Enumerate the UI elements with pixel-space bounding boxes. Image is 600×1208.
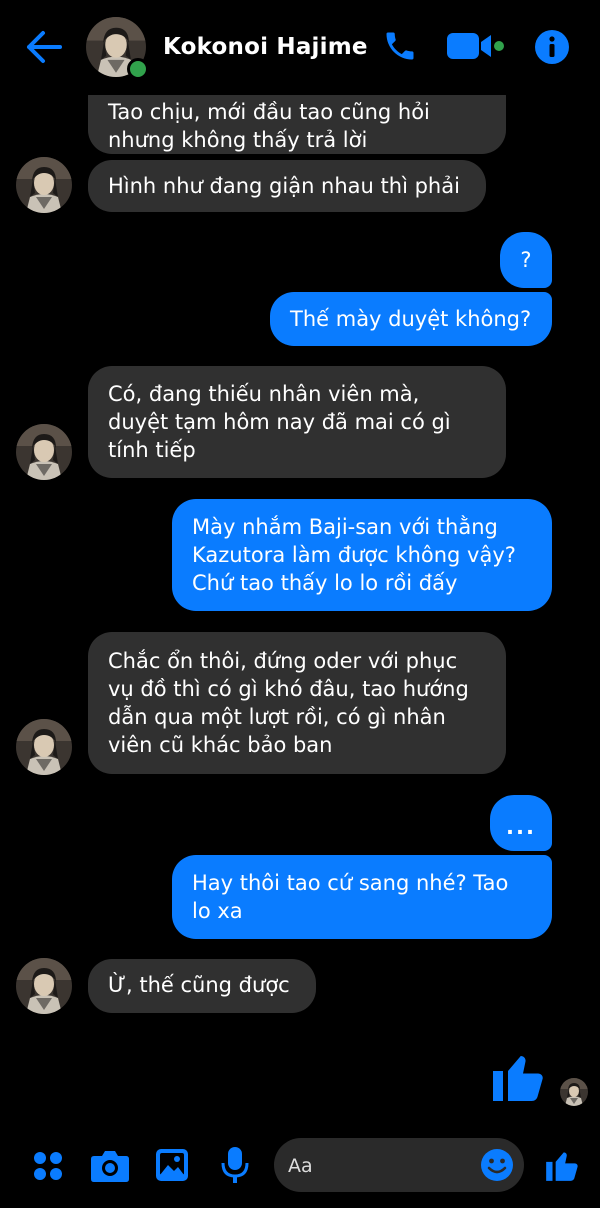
camera-icon[interactable] [90, 1148, 130, 1188]
message-bubble-incoming[interactable]: Có, đang thiếu nhân viên mà, duyệt tạm h… [88, 366, 506, 478]
message-bubble-outgoing[interactable]: Hay thôi tao cứ sang nhé? Tao lo xa [172, 855, 552, 939]
seen-avatar [560, 1078, 588, 1106]
online-status-dot [127, 58, 149, 80]
conversation[interactable]: Tao chịu, mới đầu tao cũng hỏi nhưng khô… [0, 0, 600, 1140]
contact-avatar[interactable] [16, 719, 72, 775]
contact-avatar[interactable] [16, 157, 72, 213]
phone-icon[interactable] [382, 28, 418, 68]
info-icon[interactable] [534, 29, 570, 69]
back-arrow-icon[interactable] [26, 30, 62, 64]
message-text: ? [520, 248, 532, 272]
message-text: Tao chịu, mới đầu tao cũng hỏi nhưng khô… [108, 100, 430, 152]
message-bubble-outgoing[interactable]: Thế mày duyệt không? [270, 292, 552, 346]
gallery-icon[interactable] [155, 1148, 189, 1186]
chat-header: Kokonoi Hajime [0, 0, 600, 95]
message-text: Hình như đang giận nhau thì phải [108, 174, 460, 198]
emoji-icon[interactable] [480, 1148, 514, 1186]
message-text: Thế mày duyệt không? [290, 307, 532, 331]
message-text: Hay thôi tao cứ sang nhé? Tao lo xa [192, 871, 509, 923]
message-bubble-incoming[interactable]: Ừ, thế cũng được [88, 959, 316, 1013]
thumbs-up-icon[interactable] [543, 1146, 581, 1188]
microphone-icon[interactable] [220, 1146, 250, 1188]
message-bubble-outgoing[interactable]: ... [490, 795, 552, 851]
message-text: Ừ, thế cũng được [108, 973, 290, 997]
contact-avatar[interactable] [16, 424, 72, 480]
sent-thumbs-up-icon[interactable] [488, 1046, 548, 1106]
message-bubble-incoming[interactable]: Chắc ổn thôi, đứng oder với phục vụ đồ t… [88, 632, 506, 774]
message-text: Mày nhắm Baji-san với thằng Kazutora làm… [192, 515, 516, 595]
message-text: Có, đang thiếu nhân viên mà, duyệt tạm h… [108, 382, 451, 462]
message-text: Chắc ổn thôi, đứng oder với phục vụ đồ t… [108, 649, 469, 757]
message-bubble-outgoing[interactable]: Mày nhắm Baji-san với thằng Kazutora làm… [172, 499, 552, 611]
message-input-container[interactable] [274, 1138, 524, 1192]
message-text: ... [506, 815, 536, 839]
video-camera-icon[interactable] [447, 31, 507, 65]
apps-grid-icon[interactable] [32, 1150, 64, 1186]
contact-name[interactable]: Kokonoi Hajime [163, 34, 368, 60]
contact-avatar[interactable] [16, 958, 72, 1014]
message-input[interactable] [286, 1148, 480, 1184]
message-bubble-outgoing[interactable]: ? [500, 232, 552, 288]
message-bubble-incoming[interactable]: Hình như đang giận nhau thì phải [88, 160, 486, 212]
